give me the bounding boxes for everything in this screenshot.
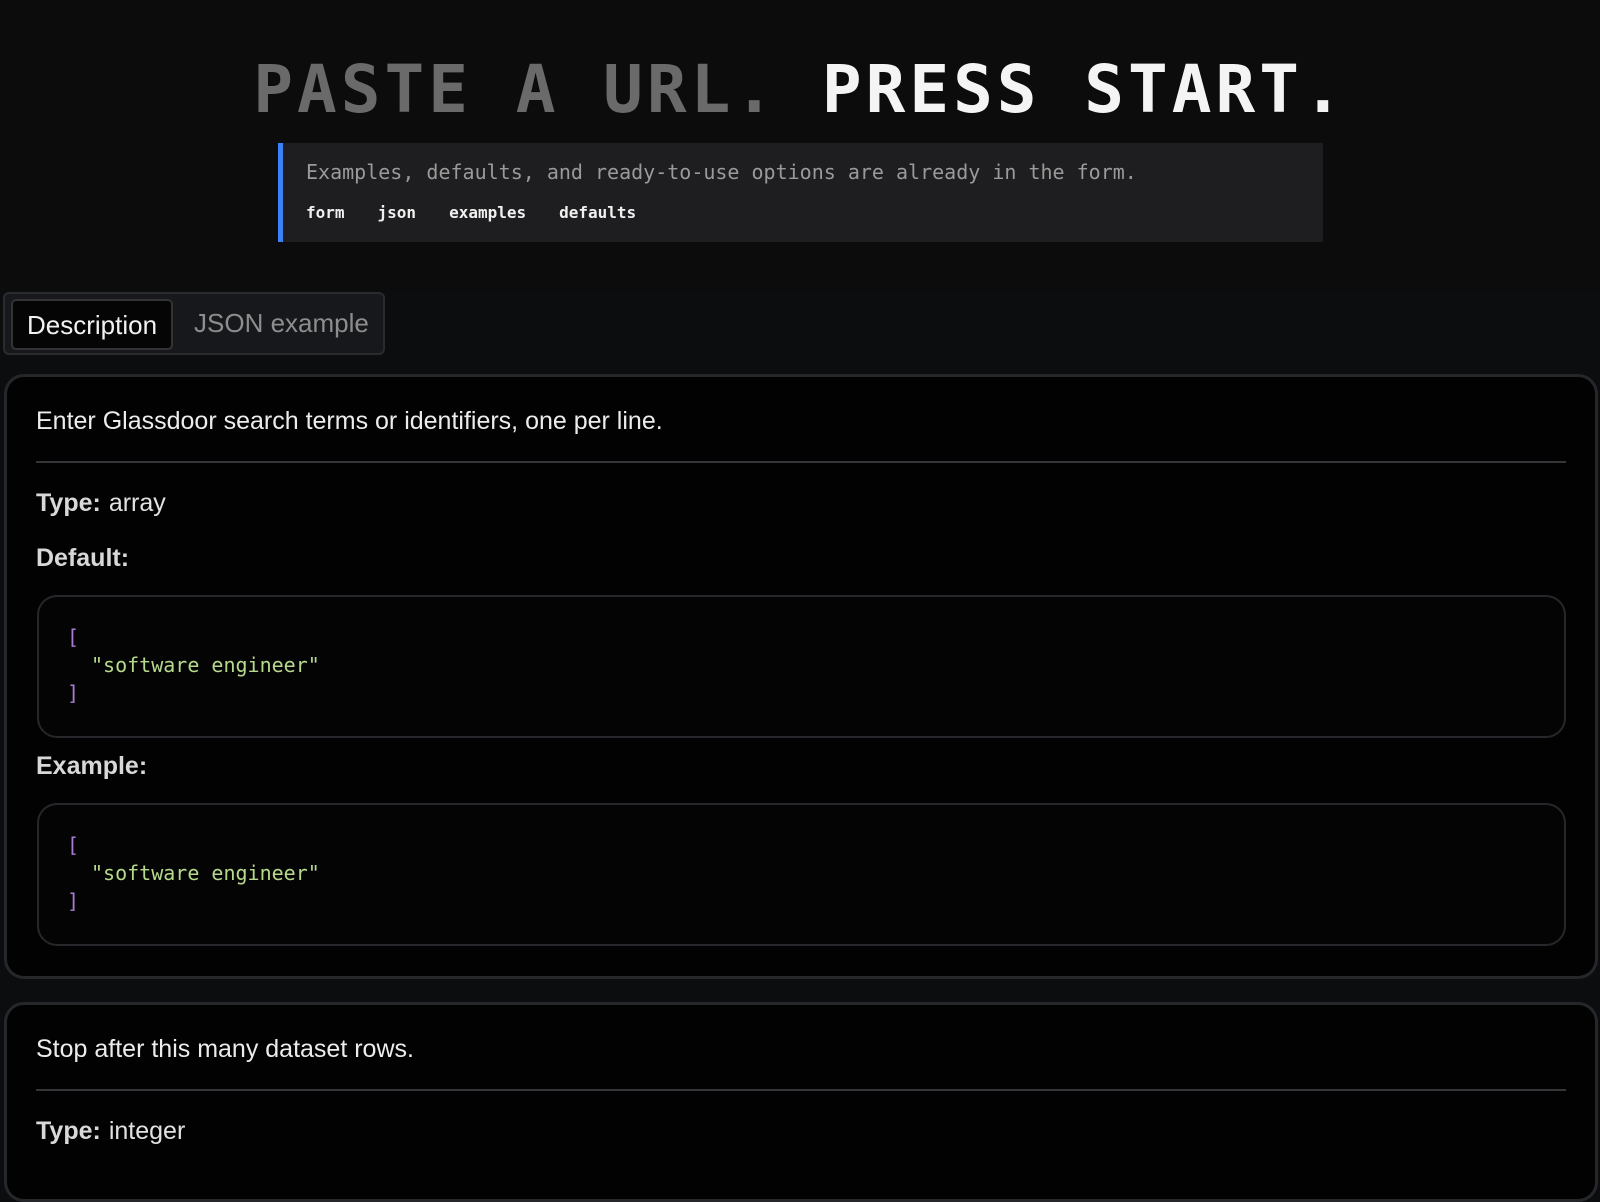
- type-value: array: [108, 489, 166, 517]
- callout-text: Examples, defaults, and ready-to-use opt…: [306, 160, 1137, 184]
- example-label: Example:: [36, 752, 148, 780]
- link-form[interactable]: form: [306, 203, 345, 222]
- info-callout: Examples, defaults, and ready-to-use opt…: [278, 143, 1323, 242]
- hero-title-dim: PASTE A URL.: [253, 51, 822, 128]
- type-row: Type: array: [36, 489, 166, 518]
- default-row: Default:: [36, 544, 129, 573]
- link-examples[interactable]: examples: [449, 203, 526, 222]
- callout-links: form json examples defaults: [306, 203, 636, 222]
- field-description: Enter Glassdoor search terms or identifi…: [36, 407, 663, 435]
- tab-json-example[interactable]: JSON example: [180, 299, 383, 350]
- hero-section: PASTE A URL. PRESS START. Examples, defa…: [0, 0, 1600, 292]
- code-string-value: "software engineer": [91, 653, 320, 677]
- link-defaults[interactable]: defaults: [559, 203, 636, 222]
- type-label: Type:: [36, 1117, 101, 1145]
- code-close-bracket: ]: [67, 681, 80, 705]
- code-string-value: "software engineer": [91, 861, 320, 885]
- divider: [36, 461, 1566, 463]
- example-code-block: [ "software engineer" ]: [37, 803, 1566, 946]
- tab-bar: Description JSON example: [3, 292, 385, 355]
- example-row: Example:: [36, 752, 147, 781]
- code-open-bracket: [: [67, 833, 80, 857]
- field-card: Stop after this many dataset rows. Type:…: [4, 1002, 1598, 1202]
- hero-title: PASTE A URL. PRESS START.: [0, 50, 1600, 130]
- divider: [36, 1089, 1566, 1091]
- default-label: Default:: [36, 544, 130, 572]
- link-json[interactable]: json: [378, 203, 417, 222]
- code-open-bracket: [: [67, 625, 80, 649]
- type-label: Type:: [36, 489, 101, 517]
- field-card: Enter Glassdoor search terms or identifi…: [4, 374, 1598, 979]
- field-description: Stop after this many dataset rows.: [36, 1035, 414, 1063]
- hero-title-bright: PRESS START.: [821, 51, 1347, 128]
- tab-description[interactable]: Description: [11, 299, 173, 350]
- code-close-bracket: ]: [67, 889, 80, 913]
- type-value: integer: [108, 1117, 186, 1145]
- default-code-block: [ "software engineer" ]: [37, 595, 1566, 738]
